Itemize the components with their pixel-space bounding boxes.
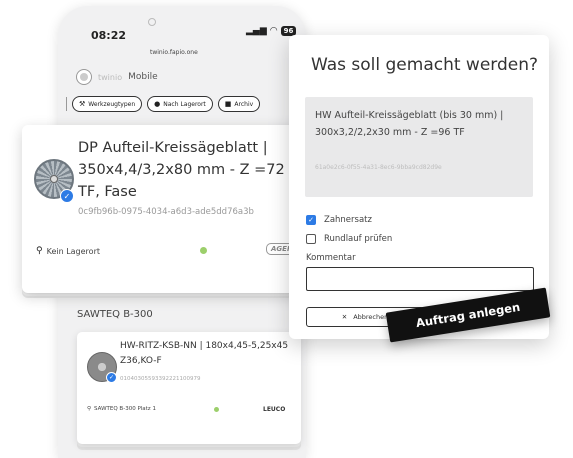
filter-chip-werkzeugtypen[interactable]: ⚒ Werkzeugtypen: [72, 96, 143, 112]
comment-input[interactable]: [306, 267, 534, 291]
chip-label: Archiv: [234, 100, 254, 108]
location-pin-icon: ⚲: [87, 406, 92, 412]
browser-url[interactable]: twinio.fapio.one: [150, 49, 198, 56]
cancel-label: Abbrechen: [353, 313, 389, 321]
tool-location: ⚲ Kein Lagerort: [36, 246, 100, 256]
option-rundlauf[interactable]: Rundlauf prüfen: [306, 234, 392, 244]
chip-label: Werkzeugtypen: [88, 100, 136, 108]
selected-tool-title: HW Aufteil-Kreissägeblatt (bis 30 mm) | …: [315, 110, 504, 138]
app-header: twinio Mobile: [76, 69, 158, 85]
tool-title: HW-RITZ-KSB-NN | 180x4,45-5,25x45 Z36,KO…: [120, 341, 289, 366]
archive-icon: ■: [224, 100, 232, 108]
check-icon: ✓: [106, 372, 117, 383]
dialog-title: Was soll gemacht werden?: [311, 55, 539, 75]
close-icon: ✕: [341, 313, 348, 321]
chip-label: Nach Lagerort: [163, 100, 206, 108]
tool-ids: 01040305593392221100979: [120, 376, 201, 382]
brand-label: LEUCO: [263, 406, 286, 413]
status-time: 08:22: [91, 29, 127, 42]
signal-icon: ▂▄▆: [246, 26, 267, 36]
brand-name: twinio: [98, 72, 123, 82]
app-logo: [76, 69, 92, 85]
tool-card-main[interactable]: ✓ DP Aufteil-Kreissägeblatt | 350x4,4/3,…: [22, 125, 304, 293]
tool-uuid: 0c9fb96b-0975-4034-a6d3-ade5dd76a3b: [78, 207, 254, 217]
tool-icon: ⚒: [79, 100, 86, 108]
location-pin-icon: ●: [154, 100, 161, 108]
wifi-icon: ◠: [269, 26, 278, 36]
location-label: SAWTEQ B-300 Platz 1: [94, 406, 156, 412]
selected-tool-uuid: 61a0e2c6-0f55-4a31-8ec6-9bba9cd82d9e: [315, 164, 442, 171]
checkbox-unchecked[interactable]: [306, 234, 316, 244]
tool-location: ⚲ SAWTEQ B-300 Platz 1: [87, 406, 156, 412]
location-pin-icon: ⚲: [36, 246, 43, 256]
status-icons: ▂▄▆ ◠ 96: [246, 26, 297, 36]
comment-label: Kommentar: [306, 253, 356, 263]
camera-dot: [148, 18, 156, 26]
option-label: Zahnersatz: [324, 215, 372, 225]
option-zahnersatz[interactable]: ✓ Zahnersatz: [306, 215, 372, 225]
divider: [66, 97, 67, 111]
filter-chip-archiv[interactable]: ■ Archiv: [217, 96, 261, 112]
app-name: Mobile: [128, 72, 158, 82]
filter-chip-lagerort[interactable]: ● Nach Lagerort: [147, 96, 213, 112]
tool-title: DP Aufteil-Kreissägeblatt | 350x4,4/3,2x…: [78, 140, 285, 200]
status-dot: [200, 247, 207, 254]
status-dot: [214, 407, 219, 412]
check-icon: ✓: [60, 189, 74, 203]
checkbox-checked[interactable]: ✓: [306, 215, 316, 225]
location-label: Kein Lagerort: [46, 246, 100, 256]
filter-bar: ⚒ Werkzeugtypen ● Nach Lagerort ■ Archiv: [66, 96, 261, 112]
selected-tool-box: HW Aufteil-Kreissägeblatt (bis 30 mm) | …: [305, 97, 533, 197]
option-label: Rundlauf prüfen: [324, 234, 393, 244]
group-title: SAWTEQ B-300: [77, 309, 153, 320]
tool-card[interactable]: ✓ HW-RITZ-KSB-NN | 180x4,45-5,25x45 Z36,…: [77, 332, 301, 444]
